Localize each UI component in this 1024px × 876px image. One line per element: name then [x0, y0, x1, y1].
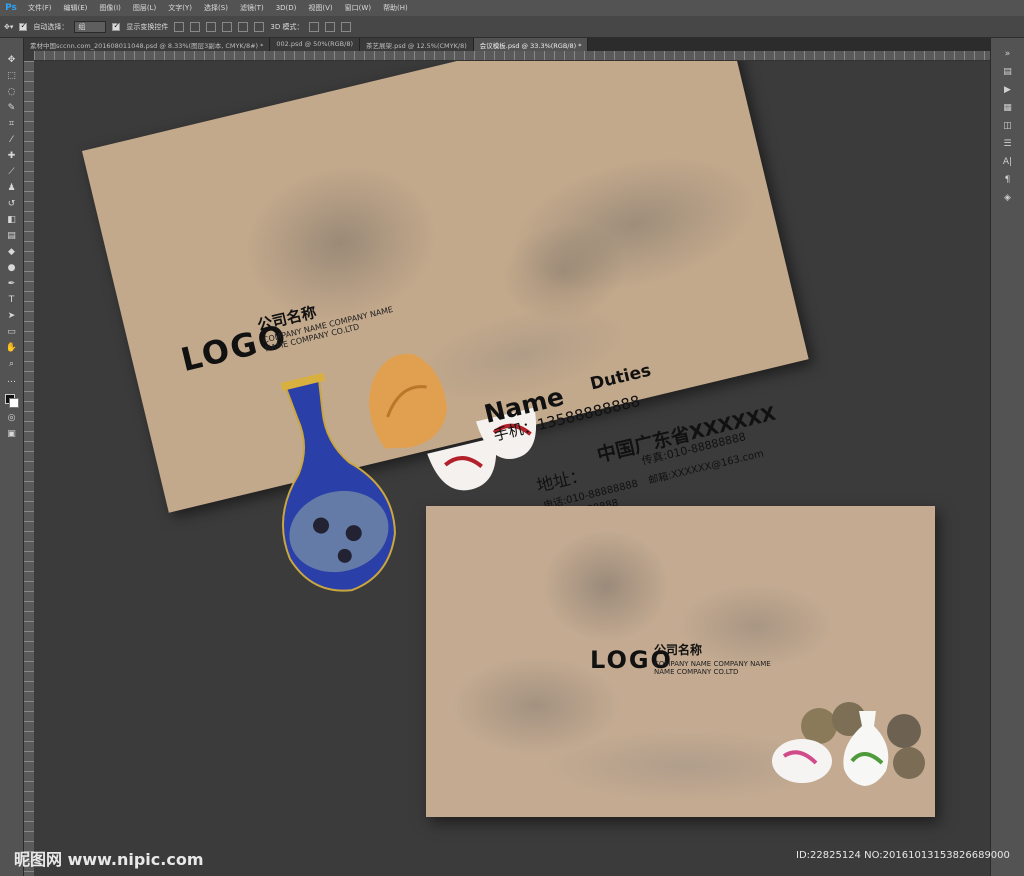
tools-panel: ✥ ⬚ ◌ ✎ ⌗ ⁄ ✚ ⟋ ♟ ↺ ◧ ▤ ◆ ● ✒ T ➤ ▭ ✋ ⌕ … — [0, 38, 24, 876]
menu-3d[interactable]: 3D(D) — [270, 4, 303, 12]
gradient-icon[interactable]: ▤ — [5, 230, 19, 242]
tab-document-active[interactable]: 会议模板.psd @ 33.3%(RGB/8) * — [473, 38, 589, 51]
eraser-icon[interactable]: ◧ — [5, 214, 19, 226]
photoshop-logo-icon: Ps — [5, 3, 17, 13]
dodge-icon[interactable]: ● — [5, 262, 19, 274]
rectangle-icon[interactable]: ▭ — [5, 326, 19, 338]
nipic-watermark: 昵图网 www.nipic.com — [14, 850, 204, 869]
front-duties: Duties — [588, 360, 654, 395]
back-company-en-line1: COMPANY NAME COMPANY NAME — [654, 660, 771, 668]
color-swatches[interactable] — [4, 394, 19, 408]
tab-document-1[interactable]: 素材中国sccnn.com_2016080110​48.psd @ 8.33%(… — [24, 38, 271, 51]
roll-3d-icon[interactable] — [325, 21, 336, 32]
more-tools-icon[interactable]: … — [5, 374, 19, 386]
auto-select-label: 自动选择： — [33, 22, 69, 31]
pan-3d-icon[interactable] — [341, 21, 352, 32]
photoshop-window: Ps 文件(F) 编辑(E) 图像(I) 图层(L) 文字(Y) 选择(S) 滤… — [0, 0, 1024, 876]
mode-3d-label: 3D 模式： — [270, 22, 304, 31]
move-tool-icon[interactable]: ✥▾ — [4, 23, 13, 31]
background-color[interactable] — [8, 398, 19, 408]
show-transform-checkbox[interactable] — [112, 21, 121, 31]
menu-select[interactable]: 选择(S) — [198, 3, 234, 13]
menu-type[interactable]: 文字(Y) — [162, 3, 198, 13]
history-panel-icon[interactable]: ▤ — [1001, 66, 1015, 78]
menu-file[interactable]: 文件(F) — [22, 3, 58, 13]
screen-mode-icon[interactable]: ▣ — [5, 428, 19, 440]
document-canvas[interactable]: LOGO 公司名称 COMPANY NAME COMPANY NAME NAME… — [34, 61, 990, 876]
rotate-3d-icon[interactable] — [309, 21, 320, 32]
layers-panel-icon[interactable]: ◫ — [1001, 120, 1015, 132]
menu-image[interactable]: 图像(I) — [93, 3, 127, 13]
image-id-watermark: ID:22825124 NO:20161013153826689000 — [796, 850, 1010, 861]
back-company-en-line2: NAME COMPANY CO.LTD — [654, 668, 739, 677]
business-card-back[interactable]: LOGO 公司名称 COMPANY NAME COMPANY NAME NAME… — [426, 506, 935, 817]
tab-document-3[interactable]: 茶艺展架.psd @ 12.5%(CMYK/8) — [360, 38, 474, 51]
3d-panel-icon[interactable]: ◈ — [1001, 192, 1015, 204]
blur-icon[interactable]: ◆ — [5, 246, 19, 258]
porcelain-coins-illustration — [772, 702, 925, 786]
lasso-icon[interactable]: ◌ — [5, 86, 19, 98]
menu-layer[interactable]: 图层(L) — [127, 3, 162, 13]
align-right-icon[interactable] — [254, 21, 265, 32]
adjustments-panel-icon[interactable]: ▦ — [1001, 102, 1015, 114]
options-bar: ✥▾ 自动选择： 组 显示变换控件 3D 模式： — [0, 16, 1024, 38]
menu-filter[interactable]: 滤镜(T) — [234, 3, 270, 13]
align-left-icon[interactable] — [222, 21, 233, 32]
quick-mask-icon[interactable]: ◎ — [5, 412, 19, 424]
back-company-name-cn: 公司名称 — [654, 643, 703, 657]
properties-panel-icon[interactable]: ☰ — [1001, 138, 1015, 150]
document-tabs: 素材中国sccnn.com_2016080110​48.psd @ 8.33%(… — [24, 38, 990, 51]
align-middle-icon[interactable] — [190, 21, 201, 32]
business-card-front[interactable]: LOGO 公司名称 COMPANY NAME COMPANY NAME NAME… — [82, 61, 809, 592]
actions-panel-icon[interactable]: ▶ — [1001, 84, 1015, 96]
pen-icon[interactable]: ✒ — [5, 278, 19, 290]
back-company-name-en: COMPANY NAME COMPANY NAME NAME COMPANY C… — [654, 660, 771, 676]
horizontal-ruler — [34, 51, 990, 61]
menu-bar: Ps 文件(F) 编辑(E) 图像(I) 图层(L) 文字(Y) 选择(S) 滤… — [0, 0, 1024, 16]
eyedropper-icon[interactable]: ⁄ — [5, 134, 19, 146]
menu-view[interactable]: 视图(V) — [302, 3, 338, 13]
menu-window[interactable]: 窗口(W) — [339, 3, 377, 13]
quick-select-icon[interactable]: ✎ — [5, 102, 19, 114]
character-panel-icon[interactable]: A| — [1001, 156, 1015, 168]
type-icon[interactable]: T — [5, 294, 19, 306]
auto-select-checkbox[interactable] — [19, 21, 28, 31]
menu-edit[interactable]: 编辑(E) — [58, 3, 94, 13]
tab-document-2[interactable]: 002.psd @ 50%(RGB/8) — [270, 38, 360, 51]
show-transform-label: 显示变换控件 — [126, 22, 169, 31]
vertical-ruler — [24, 61, 34, 876]
move-icon[interactable]: ✥ — [5, 54, 19, 66]
right-panel-dock: » ▤ ▶ ▦ ◫ ☰ A| ¶ ◈ — [990, 38, 1024, 876]
stamp-icon[interactable]: ♟ — [5, 182, 19, 194]
marquee-icon[interactable]: ⬚ — [5, 70, 19, 82]
path-select-icon[interactable]: ➤ — [5, 310, 19, 322]
auto-select-dropdown[interactable]: 组 — [74, 20, 107, 33]
paragraph-panel-icon[interactable]: ¶ — [1001, 174, 1015, 186]
align-bottom-icon[interactable] — [206, 21, 217, 32]
brush-icon[interactable]: ⟋ — [5, 166, 19, 178]
healing-icon[interactable]: ✚ — [5, 150, 19, 162]
crop-icon[interactable]: ⌗ — [5, 118, 19, 130]
history-brush-icon[interactable]: ↺ — [5, 198, 19, 210]
zoom-icon[interactable]: ⌕ — [5, 358, 19, 370]
align-top-icon[interactable] — [174, 21, 185, 32]
align-center-icon[interactable] — [238, 21, 249, 32]
hand-icon[interactable]: ✋ — [5, 342, 19, 354]
menu-help[interactable]: 帮助(H) — [377, 3, 414, 13]
collapse-panels-icon[interactable]: » — [1001, 48, 1015, 60]
